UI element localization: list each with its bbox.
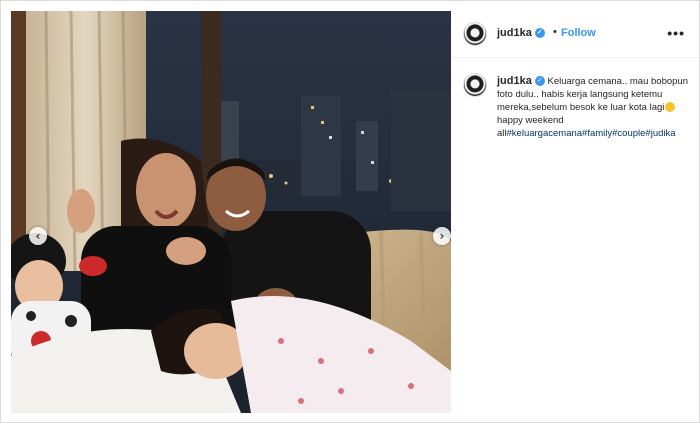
more-options-icon[interactable]: •••: [667, 25, 685, 41]
verified-badge-icon: ✓: [534, 76, 545, 87]
next-photo-button[interactable]: ›: [433, 227, 451, 245]
chevron-right-icon: ›: [439, 229, 445, 243]
chevron-left-icon: ‹: [35, 229, 41, 243]
header-username[interactable]: jud1ka ✓: [497, 27, 545, 39]
hashtag-link[interactable]: #couple: [612, 128, 645, 139]
follow-button[interactable]: Follow: [561, 27, 596, 39]
post-header: jud1ka ✓ • Follow •••: [451, 11, 699, 58]
caption-username[interactable]: jud1ka: [497, 75, 532, 87]
family-photo-image: [11, 11, 451, 413]
caption-avatar[interactable]: [463, 73, 487, 97]
hashtag-link[interactable]: #judika: [645, 128, 675, 139]
hashtag-link[interactable]: #family: [582, 128, 612, 139]
verified-badge-icon: ✓: [534, 28, 545, 39]
post-photo[interactable]: ‹ ›: [11, 11, 451, 413]
post-side-panel: jud1ka ✓ • Follow ••• jud1ka ✓ Keluarga ce…: [451, 11, 699, 413]
avatar[interactable]: [463, 22, 487, 46]
separator-dot: •: [553, 26, 557, 38]
caption-text: jud1ka ✓ Keluarga cemana.. mau bobopun fo…: [497, 75, 693, 140]
post-modal: ‹ › jud1ka ✓ • Follow ••• jud1ka ✓ Keluarg…: [0, 0, 700, 423]
header-username-text[interactable]: jud1ka: [497, 27, 532, 39]
hashtag-link[interactable]: #keluargacemana: [507, 128, 583, 139]
prev-photo-button[interactable]: ‹: [29, 227, 47, 245]
muscle-emoji-icon: [665, 102, 676, 113]
